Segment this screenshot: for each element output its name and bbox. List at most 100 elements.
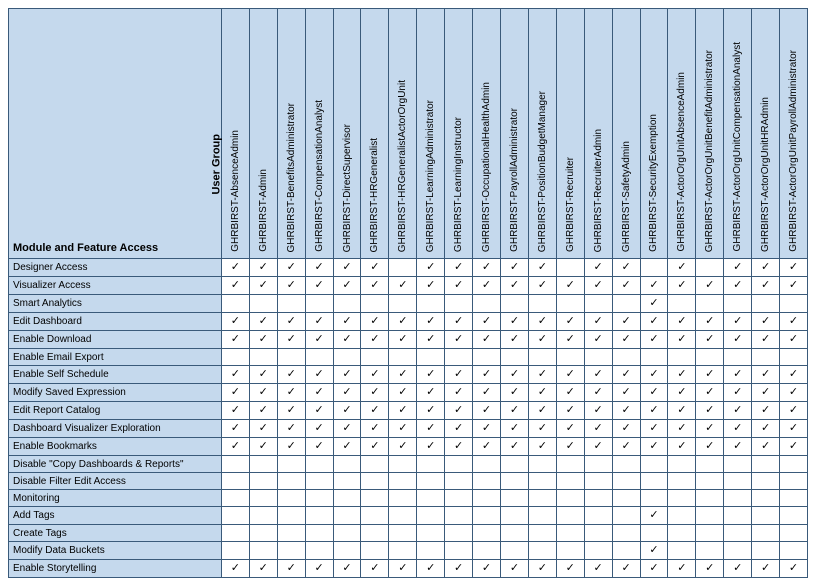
check-cell: ✓ xyxy=(445,384,473,402)
check-cell: ✓ xyxy=(445,438,473,456)
empty-cell xyxy=(752,456,780,473)
check-cell: ✓ xyxy=(780,277,808,295)
row-label: Disable Filter Edit Access xyxy=(9,473,222,490)
check-cell: ✓ xyxy=(528,331,556,349)
row-label: Enable Self Schedule xyxy=(9,366,222,384)
table-row: Enable Email Export xyxy=(9,349,808,366)
column-header-label: GHRBIRST-Admin xyxy=(258,169,269,252)
column-header: GHRBIRST-BenefitsAdministrator xyxy=(277,9,305,259)
check-cell: ✓ xyxy=(361,331,389,349)
column-header-label: GHRBIRST-LearningInstructor xyxy=(453,117,464,252)
table-row: Enable Storytelling✓✓✓✓✓✓✓✓✓✓✓✓✓✓✓✓✓✓✓✓✓ xyxy=(9,560,808,578)
check-cell: ✓ xyxy=(445,366,473,384)
empty-cell xyxy=(752,507,780,525)
check-cell: ✓ xyxy=(584,277,612,295)
empty-cell xyxy=(221,525,249,542)
check-cell: ✓ xyxy=(752,560,780,578)
empty-cell xyxy=(668,542,696,560)
row-label: Edit Dashboard xyxy=(9,313,222,331)
empty-cell xyxy=(500,456,528,473)
empty-cell xyxy=(277,507,305,525)
empty-cell xyxy=(333,507,361,525)
empty-cell xyxy=(640,456,668,473)
empty-cell xyxy=(696,349,724,366)
check-cell: ✓ xyxy=(417,420,445,438)
check-cell: ✓ xyxy=(500,259,528,277)
check-cell: ✓ xyxy=(333,313,361,331)
check-cell: ✓ xyxy=(668,438,696,456)
empty-cell xyxy=(556,259,584,277)
check-cell: ✓ xyxy=(724,366,752,384)
check-cell: ✓ xyxy=(584,384,612,402)
check-cell: ✓ xyxy=(305,331,333,349)
empty-cell xyxy=(640,259,668,277)
check-cell: ✓ xyxy=(640,420,668,438)
check-cell: ✓ xyxy=(612,560,640,578)
check-cell: ✓ xyxy=(528,277,556,295)
check-cell: ✓ xyxy=(528,420,556,438)
empty-cell xyxy=(389,507,417,525)
check-cell: ✓ xyxy=(333,366,361,384)
empty-cell xyxy=(584,473,612,490)
check-cell: ✓ xyxy=(361,384,389,402)
check-cell: ✓ xyxy=(333,402,361,420)
check-cell: ✓ xyxy=(417,438,445,456)
check-cell: ✓ xyxy=(305,259,333,277)
check-cell: ✓ xyxy=(333,560,361,578)
module-feature-label: Module and Feature Access xyxy=(13,242,158,254)
empty-cell xyxy=(249,490,277,507)
empty-cell xyxy=(333,525,361,542)
check-cell: ✓ xyxy=(277,560,305,578)
column-header-label: GHRBIRST-HRGeneralist xyxy=(369,138,380,252)
check-cell: ✓ xyxy=(612,366,640,384)
check-cell: ✓ xyxy=(752,438,780,456)
check-cell: ✓ xyxy=(277,420,305,438)
column-header-label: GHRBIRST-HRGeneralistActorOrgUnit xyxy=(397,80,408,252)
empty-cell xyxy=(221,456,249,473)
check-cell: ✓ xyxy=(696,402,724,420)
table-row: Monitoring xyxy=(9,490,808,507)
empty-cell xyxy=(724,349,752,366)
check-cell: ✓ xyxy=(333,420,361,438)
check-cell: ✓ xyxy=(612,313,640,331)
row-label: Visualizer Access xyxy=(9,277,222,295)
check-cell: ✓ xyxy=(528,402,556,420)
check-cell: ✓ xyxy=(500,313,528,331)
row-label: Enable Bookmarks xyxy=(9,438,222,456)
check-cell: ✓ xyxy=(445,420,473,438)
check-cell: ✓ xyxy=(780,420,808,438)
empty-cell xyxy=(752,490,780,507)
access-matrix-table: User Group Module and Feature Access GHR… xyxy=(8,8,808,578)
check-cell: ✓ xyxy=(640,560,668,578)
empty-cell xyxy=(528,473,556,490)
column-header: GHRBIRST-CompensationAnalyst xyxy=(305,9,333,259)
empty-cell xyxy=(417,490,445,507)
check-cell: ✓ xyxy=(389,313,417,331)
check-cell: ✓ xyxy=(417,277,445,295)
empty-cell xyxy=(277,349,305,366)
check-cell: ✓ xyxy=(277,366,305,384)
check-cell: ✓ xyxy=(500,366,528,384)
check-cell: ✓ xyxy=(724,438,752,456)
column-header: GHRBIRST-OccupationalHealthAdmin xyxy=(473,9,501,259)
check-cell: ✓ xyxy=(221,277,249,295)
empty-cell xyxy=(500,473,528,490)
empty-cell xyxy=(612,295,640,313)
empty-cell xyxy=(473,473,501,490)
table-row: Enable Bookmarks✓✓✓✓✓✓✓✓✓✓✓✓✓✓✓✓✓✓✓✓✓ xyxy=(9,438,808,456)
column-header: GHRBIRST-Recruiter xyxy=(556,9,584,259)
empty-cell xyxy=(361,490,389,507)
check-cell: ✓ xyxy=(780,366,808,384)
check-cell: ✓ xyxy=(221,402,249,420)
empty-cell xyxy=(389,490,417,507)
empty-cell xyxy=(333,473,361,490)
check-cell: ✓ xyxy=(221,420,249,438)
check-cell: ✓ xyxy=(500,277,528,295)
empty-cell xyxy=(724,525,752,542)
empty-cell xyxy=(361,456,389,473)
empty-cell xyxy=(696,259,724,277)
check-cell: ✓ xyxy=(556,402,584,420)
empty-cell xyxy=(500,525,528,542)
check-cell: ✓ xyxy=(612,420,640,438)
check-cell: ✓ xyxy=(612,259,640,277)
